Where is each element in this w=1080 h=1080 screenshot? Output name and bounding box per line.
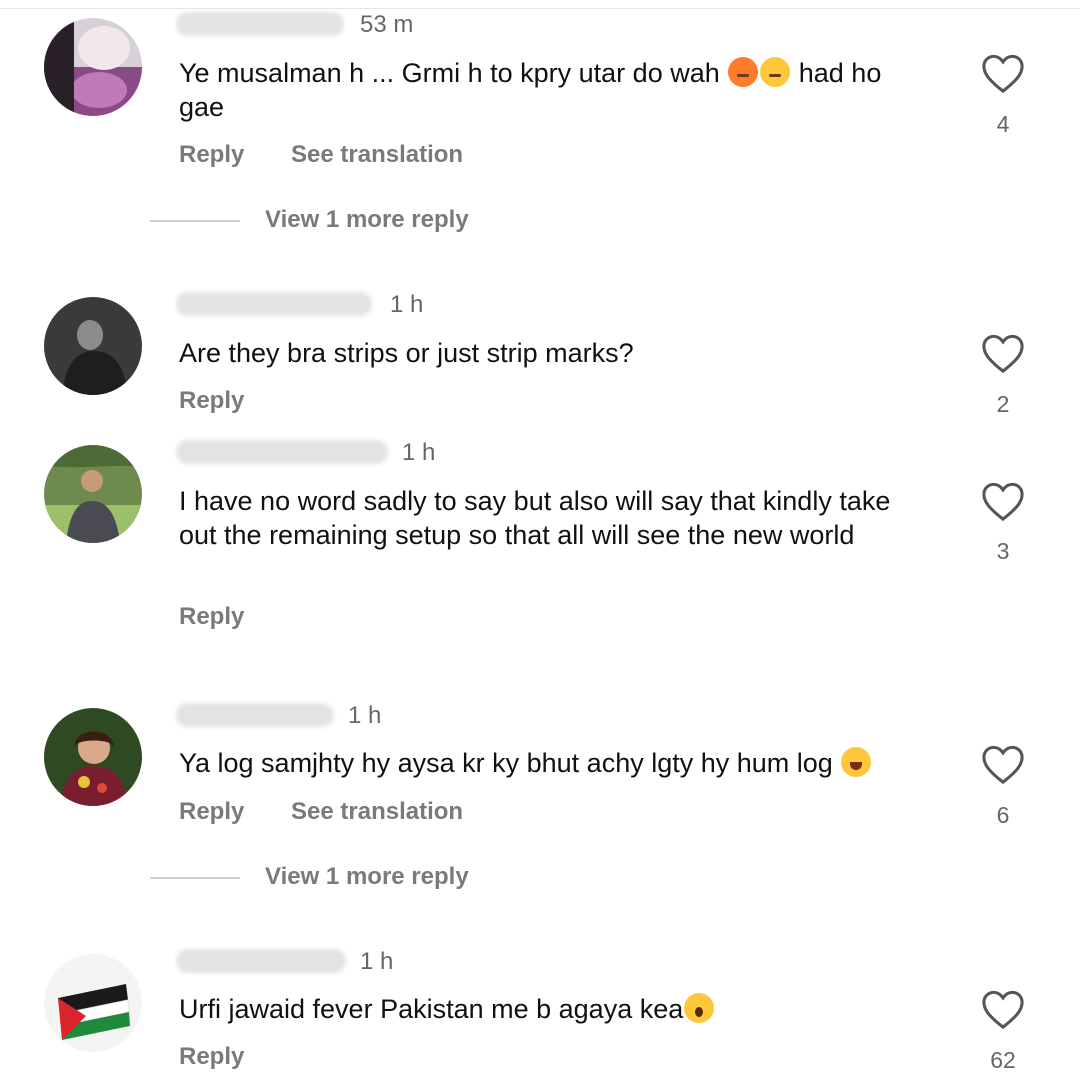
like-heart-icon[interactable] [980, 743, 1026, 785]
view-more-replies[interactable]: View 1 more reply [150, 206, 550, 236]
reply-button[interactable]: Reply [179, 387, 244, 414]
like-heart-icon[interactable] [980, 480, 1026, 522]
reply-button[interactable]: Reply [179, 603, 244, 630]
like-count: 6 [996, 802, 1010, 828]
username-redacted[interactable] [176, 703, 334, 727]
reply-button[interactable]: Reply [179, 141, 244, 168]
view-more-replies-label[interactable]: View 1 more reply [265, 206, 469, 234]
see-translation-button[interactable]: See translation [291, 141, 463, 168]
comment-actions: Reply [179, 1043, 284, 1071]
comment-actions: Reply [179, 603, 284, 631]
username-redacted[interactable] [176, 12, 344, 36]
avatar[interactable] [44, 954, 142, 1052]
like-heart-icon[interactable] [980, 988, 1026, 1030]
comment-text: I have no word sadly to say but also wil… [179, 486, 891, 550]
comment-time: 1 h [360, 948, 394, 975]
username-redacted[interactable] [176, 440, 388, 464]
comment-text: Are they bra strips or just strip marks? [179, 338, 634, 368]
thread-line [150, 220, 240, 222]
avatar[interactable] [44, 445, 142, 543]
like-count: 62 [990, 1047, 1016, 1073]
avatar[interactable] [44, 297, 142, 395]
like-heart-icon[interactable] [980, 332, 1026, 374]
like-count: 3 [996, 538, 1010, 564]
top-divider [0, 8, 1080, 9]
avatar[interactable] [44, 18, 142, 116]
angry-emoji-icon [728, 57, 759, 87]
comment-text-part: Ye musalman h ... Grmi h to kpry utar do… [179, 58, 728, 88]
comment-time: 1 h [348, 702, 382, 729]
comment-time: 1 h [390, 291, 424, 318]
comment-actions: Reply See translation [179, 141, 503, 169]
comment-time: 53 m [360, 11, 414, 38]
astonished-emoji-icon [684, 993, 715, 1023]
comment-actions: Reply [179, 387, 284, 415]
comment-text: Ye musalman h ... Grmi h to kpry utar do… [179, 56, 899, 124]
avatar[interactable] [44, 708, 142, 806]
view-more-replies-label[interactable]: View 1 more reply [265, 863, 469, 891]
username-redacted[interactable] [176, 949, 346, 973]
view-more-replies[interactable]: View 1 more reply [150, 863, 550, 893]
comment-text: Ya log samjhty hy aysa kr ky bhut achy l… [179, 746, 899, 780]
comment-text: Urfi jawaid fever Pakistan me b agaya ke… [179, 992, 899, 1026]
reply-button[interactable]: Reply [179, 798, 244, 825]
like-count: 2 [996, 391, 1010, 417]
laughing-emoji-icon [841, 747, 872, 777]
comment-actions: Reply See translation [179, 798, 503, 826]
comment-text-part: Urfi jawaid fever Pakistan me b agaya ke… [179, 994, 684, 1024]
thread-line [150, 877, 240, 879]
like-heart-icon[interactable] [980, 52, 1026, 94]
see-translation-button[interactable]: See translation [291, 798, 463, 825]
username-redacted[interactable] [176, 292, 372, 316]
reply-button[interactable]: Reply [179, 1043, 244, 1070]
comment-text-part: Ya log samjhty hy aysa kr ky bhut achy l… [179, 748, 841, 778]
comment-time: 1 h [402, 439, 436, 466]
like-count: 4 [996, 111, 1010, 137]
unamused-emoji-icon [760, 57, 791, 87]
